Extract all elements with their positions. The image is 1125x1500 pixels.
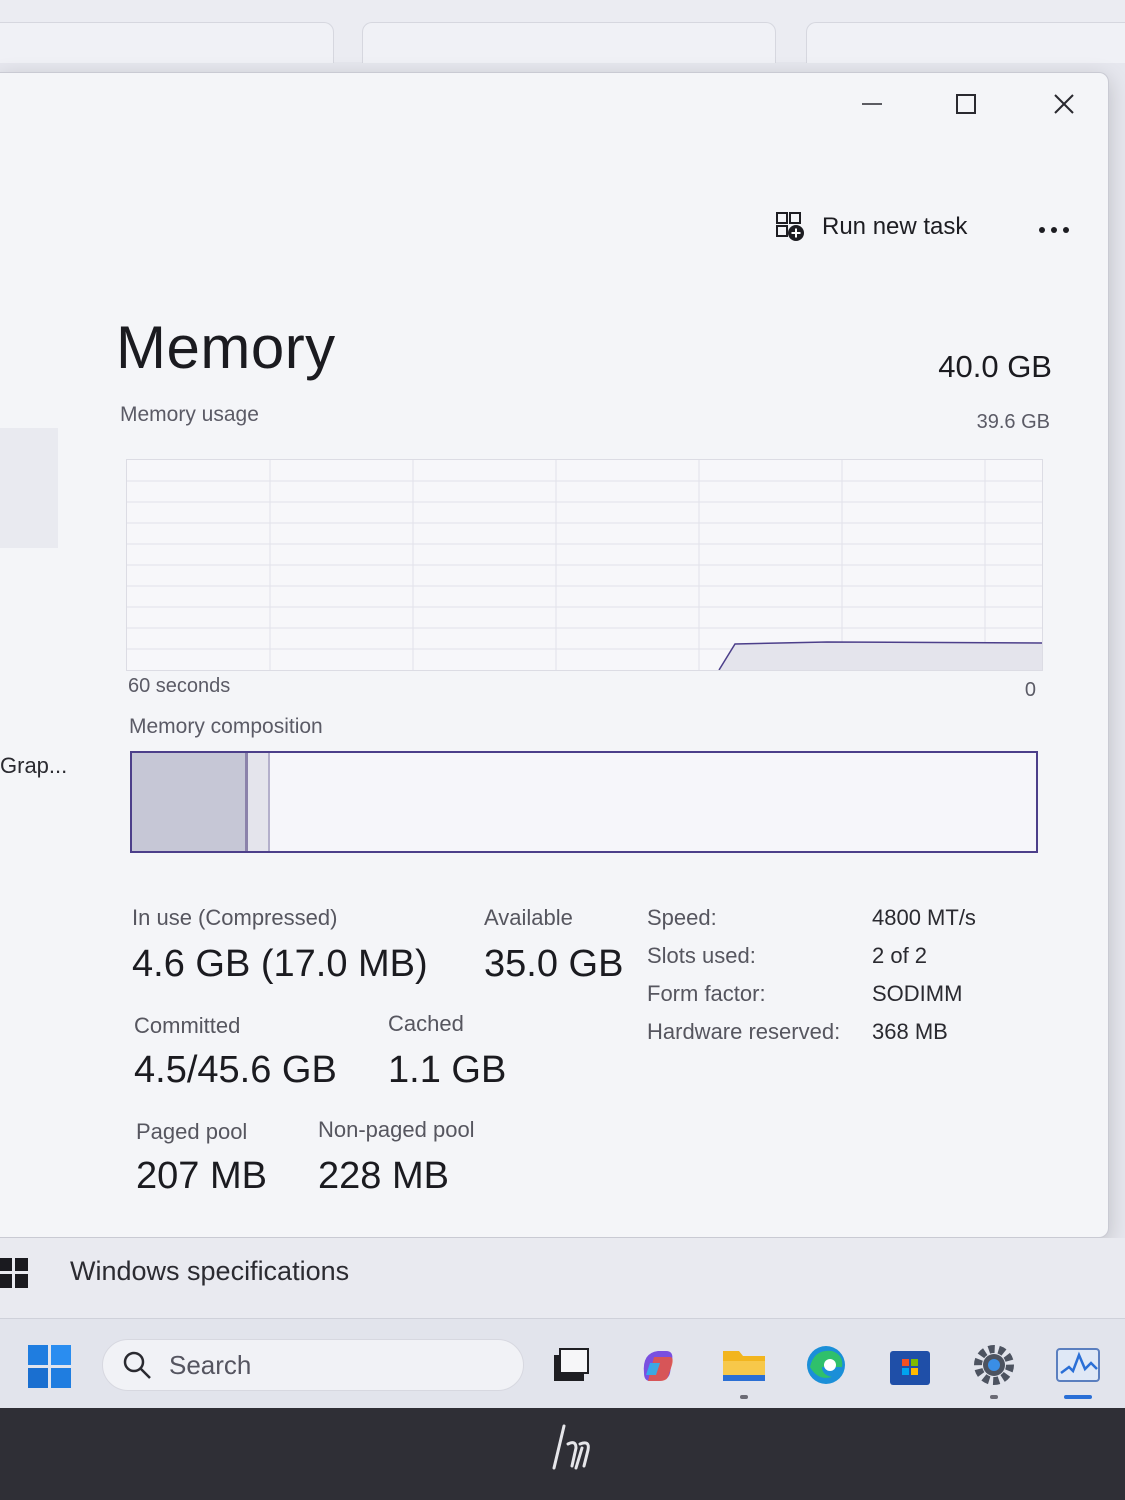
hp-logo-icon	[552, 1424, 590, 1470]
edge-icon	[807, 1346, 845, 1384]
run-new-task-icon	[776, 212, 804, 241]
paged-pool-value: 207 MB	[136, 1155, 267, 1197]
close-button[interactable]	[1036, 83, 1092, 125]
slots-used-label: Slots used:	[647, 943, 756, 968]
store-icon	[890, 1351, 930, 1385]
cached-label: Cached	[388, 1011, 464, 1036]
cached-value: 1.1 GB	[388, 1049, 507, 1091]
in-use-value: 4.6 GB (17.0 MB)	[132, 943, 428, 985]
form-factor-value: SODIMM	[872, 981, 963, 1006]
background-window: Windows specifications	[0, 1238, 1125, 1318]
hardware-reserved-label: Hardware reserved:	[647, 1019, 841, 1044]
copilot-button[interactable]	[634, 1341, 682, 1389]
speed-label: Speed:	[647, 905, 717, 930]
memory-usage-graph-svg	[127, 460, 1042, 670]
task-manager-button[interactable]	[1054, 1341, 1102, 1399]
sidebar-strip	[0, 428, 58, 548]
windows-start-icon	[28, 1345, 71, 1388]
maximize-icon	[956, 94, 976, 114]
memory-usage-area	[719, 642, 1042, 670]
taskbar-search[interactable]: Search	[102, 1339, 524, 1391]
background-tab	[0, 22, 334, 63]
background-tab	[806, 22, 1125, 63]
background-tab-strip	[0, 0, 1125, 63]
more-dot-icon	[1039, 227, 1045, 233]
available-label: Available	[484, 905, 573, 930]
total-memory: 40.0 GB	[938, 349, 1052, 384]
folder-icon	[723, 1351, 765, 1381]
close-icon	[1054, 94, 1074, 114]
non-paged-pool-value: 228 MB	[318, 1155, 449, 1197]
copilot-icon	[643, 1351, 673, 1381]
in-use-label: In use (Compressed)	[132, 905, 338, 930]
sidebar-item-gpu[interactable]: Grap...	[0, 753, 67, 779]
background-tab	[362, 22, 776, 63]
more-dot-icon	[1051, 227, 1057, 233]
minimize-icon	[862, 103, 882, 105]
start-button[interactable]	[28, 1345, 72, 1394]
graph-time-axis-label: 60 seconds	[128, 675, 231, 697]
committed-label: Committed	[134, 1013, 241, 1038]
running-indicator	[740, 1395, 748, 1399]
task-manager-window: Run new task Memory 40.0 GB Memory usage…	[0, 72, 1109, 1238]
more-options-button[interactable]	[1030, 215, 1078, 245]
edge-browser-button[interactable]	[802, 1341, 850, 1389]
windows-logo-icon	[0, 1258, 28, 1288]
more-dot-icon	[1063, 227, 1069, 233]
run-new-task-button[interactable]: Run new task	[774, 209, 967, 245]
composition-in-use-segment	[132, 753, 248, 851]
windows-specifications-heading[interactable]: Windows specifications	[70, 1256, 349, 1287]
run-new-task-label: Run new task	[822, 213, 968, 240]
speed-value: 4800 MT/s	[872, 905, 976, 930]
memory-usage-graph	[126, 459, 1043, 671]
memory-composition-bar	[130, 751, 1038, 853]
available-value: 35.0 GB	[484, 943, 624, 985]
file-explorer-button[interactable]	[720, 1341, 768, 1399]
form-factor-label: Form factor:	[647, 981, 766, 1006]
microsoft-store-button[interactable]	[886, 1341, 934, 1389]
gear-icon	[974, 1345, 1014, 1385]
page-title: Memory	[116, 314, 336, 381]
non-paged-pool-label: Non-paged pool	[318, 1117, 475, 1142]
settings-button[interactable]	[970, 1341, 1018, 1399]
memory-usage-label: Memory usage	[120, 403, 259, 426]
task-view-icon	[554, 1348, 589, 1381]
command-bar: Run new task	[0, 193, 1108, 263]
maximize-button[interactable]	[938, 83, 994, 125]
running-indicator	[990, 1395, 998, 1399]
title-bar	[0, 73, 1108, 135]
memory-composition-label: Memory composition	[129, 715, 323, 738]
task-view-button[interactable]	[546, 1341, 594, 1389]
minimize-button[interactable]	[844, 83, 900, 125]
paged-pool-label: Paged pool	[136, 1119, 248, 1144]
laptop-bezel	[0, 1408, 1125, 1500]
taskbar: Search	[0, 1318, 1125, 1409]
active-app-indicator	[1064, 1395, 1092, 1399]
search-placeholder: Search	[169, 1349, 252, 1380]
search-icon	[123, 1351, 151, 1379]
slots-used-value: 2 of 2	[872, 943, 928, 968]
memory-usage-max: 39.6 GB	[976, 411, 1050, 433]
hardware-reserved-value: 368 MB	[872, 1019, 948, 1044]
committed-value: 4.5/45.6 GB	[134, 1049, 337, 1091]
graph-zero-label: 0	[1024, 679, 1036, 701]
task-manager-icon	[1056, 1348, 1100, 1382]
composition-modified-segment	[248, 753, 270, 851]
